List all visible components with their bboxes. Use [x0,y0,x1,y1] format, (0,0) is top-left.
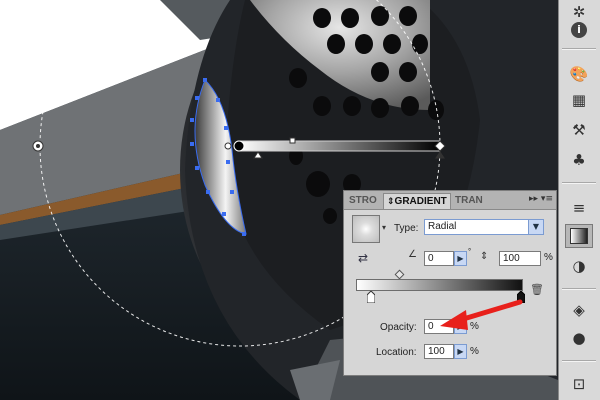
angle-field[interactable]: 0 [424,251,454,266]
degree-symbol: ° [468,247,472,256]
aspect-ratio-field[interactable]: 100 [499,251,541,266]
chevron-down-icon[interactable]: ▾ [382,223,386,232]
angle-dropdown-icon[interactable]: ▶ [454,251,467,266]
chevron-updown-icon: ⇕ [387,197,395,207]
panel-menu-icon[interactable]: ▸▸ ▾≡ [529,194,553,204]
tab-transparency[interactable]: TRAN [452,193,494,209]
annotation-arrow [440,299,523,330]
type-label: Type: [394,223,419,234]
panel-tab-bar: STRO ⇕GRADIENT TRAN ▸▸ ▾≡ [344,191,556,210]
location-dropdown-icon[interactable]: ▶ [454,344,467,359]
type-select[interactable]: Radial ▼ [424,219,544,235]
artboard-icon[interactable]: ⊡ [565,372,593,396]
separator [562,360,596,362]
brush-icon[interactable]: ⚒ [565,118,593,142]
tab-stroke[interactable]: STRO [346,193,382,209]
aspect-unit: % [544,252,553,263]
tab-gradient-label: GRADIENT [394,196,447,207]
aspect-ratio-icon: ⇕ [480,251,489,262]
panel-dock: ✲ i 🎨 ▦ ⚒ ♣ ≡ ◑ ◈ ● ⊡ [558,0,600,400]
tab-gradient[interactable]: ⇕GRADIENT [383,193,451,209]
stroke-icon[interactable]: ≡ [565,196,593,220]
location-label: Location: [376,347,417,358]
transparency-icon[interactable]: ◑ [565,254,593,278]
club-icon[interactable]: ♣ [565,148,593,172]
type-value: Radial [428,221,457,232]
grid-icon[interactable]: ▦ [565,88,593,112]
opacity-label: Opacity: [380,322,417,333]
gradient-stop-white[interactable] [367,291,375,303]
gradient-midpoint[interactable] [394,269,405,280]
location-unit: % [470,346,479,357]
separator [562,48,596,50]
angle-icon: ∠ [408,249,417,260]
separator [562,288,596,290]
palette-icon[interactable]: 🎨 [565,62,593,86]
separator [562,182,596,184]
dropdown-arrow-icon[interactable]: ▼ [528,220,543,234]
location-field[interactable]: 100 [424,344,454,359]
gradient-swatch[interactable] [352,215,380,243]
info-icon[interactable]: i [565,18,593,42]
reverse-gradient-icon[interactable]: ⇄ [358,251,368,265]
layers-icon[interactable]: ◈ [565,298,593,322]
gradient-panel: STRO ⇕GRADIENT TRAN ▸▸ ▾≡ ▾ Type: Radial… [343,190,557,376]
delete-stop-icon[interactable]: 🗑 [530,283,544,296]
gradient-icon[interactable] [565,224,593,248]
appearance-icon[interactable]: ● [565,326,593,350]
